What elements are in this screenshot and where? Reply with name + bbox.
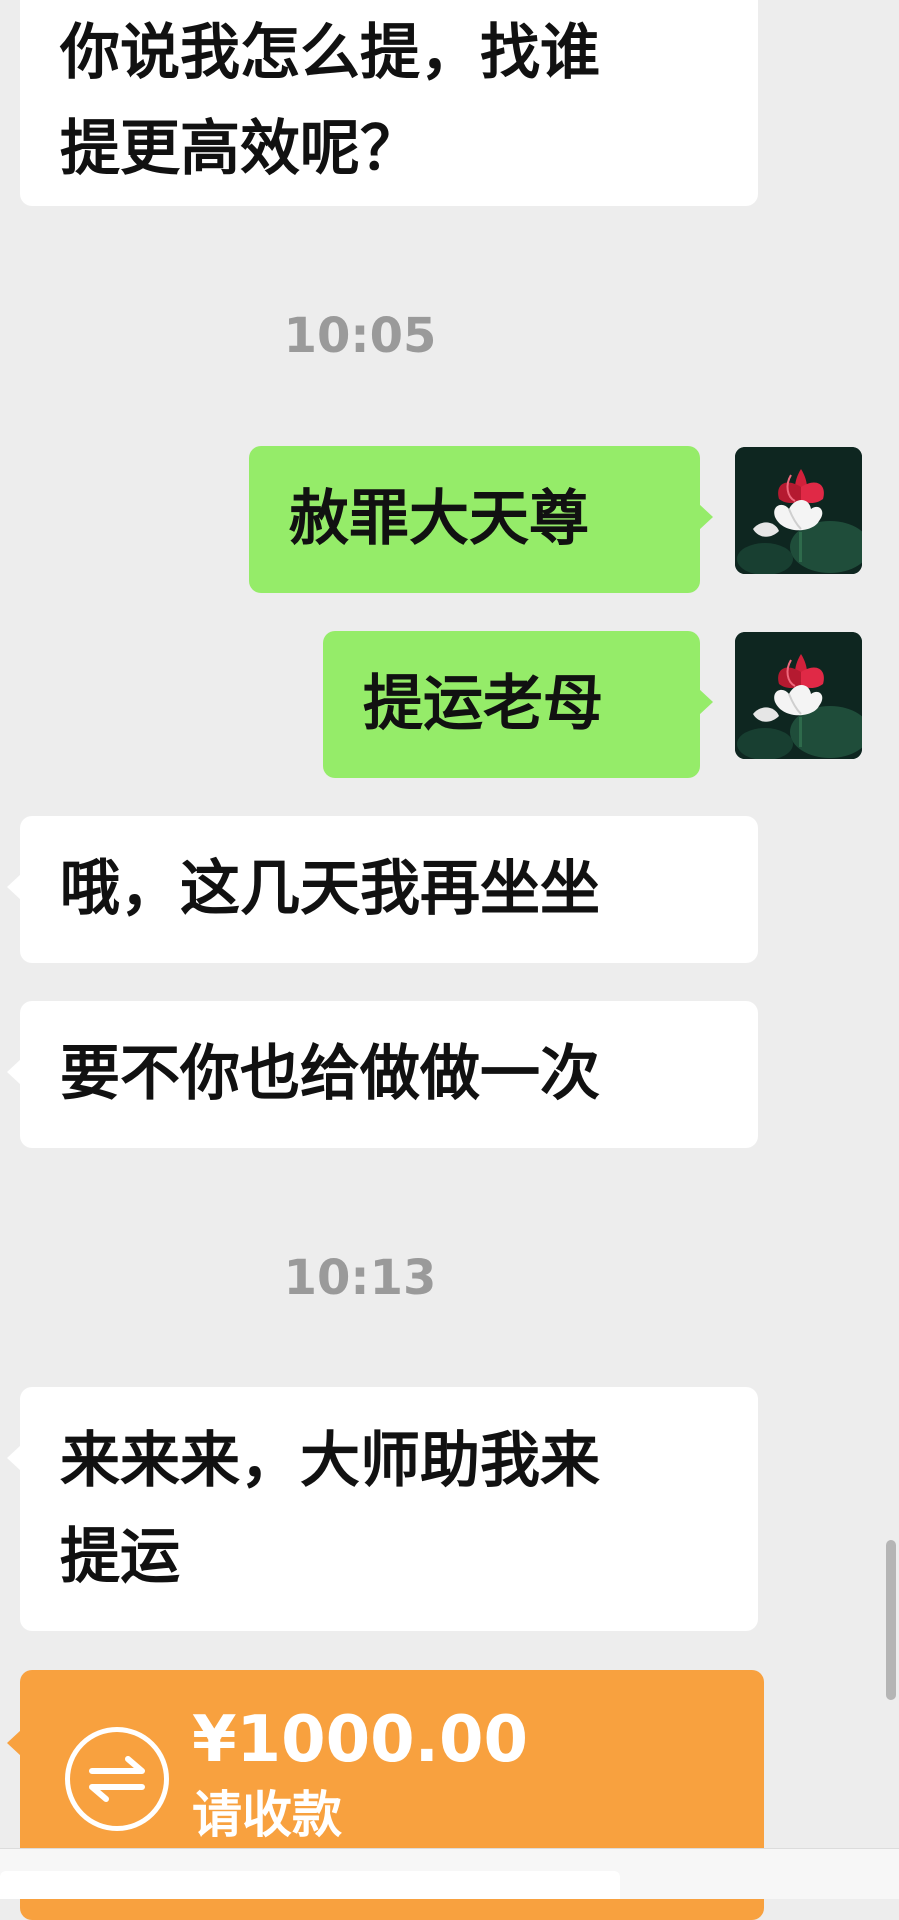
transfer-description: 请收款 — [192, 1786, 342, 1844]
message-text: 提运老母 — [363, 669, 603, 739]
message-input[interactable] — [0, 1871, 620, 1899]
lotus-avatar-icon — [735, 447, 862, 574]
outgoing-message-bubble[interactable]: 赦罪大天尊 — [249, 446, 713, 593]
transfer-arrows-icon — [65, 1727, 169, 1831]
chat-message-list[interactable]: 你说我怎么提，找谁 提更高效呢？ 10:05 赦罪大天尊 提运老母 哦，这几天我… — [0, 0, 899, 1920]
outgoing-message-bubble[interactable]: 提运老母 — [323, 631, 713, 778]
input-toolbar — [0, 1848, 899, 1899]
message-text: 哦，这几天我再坐坐 — [60, 854, 600, 924]
transfer-amount: ¥1000.00 — [192, 1703, 529, 1777]
message-timestamp: 10:13 — [283, 1250, 437, 1306]
message-text: 赦罪大天尊 — [289, 484, 589, 554]
user-avatar[interactable] — [735, 632, 862, 759]
incoming-message-bubble[interactable]: 要不你也给做做一次 — [7, 1001, 758, 1148]
message-text-line: 来来来，大师助我来 — [60, 1426, 600, 1496]
user-avatar[interactable] — [735, 447, 862, 574]
message-text: 要不你也给做做一次 — [60, 1039, 600, 1109]
incoming-message-bubble[interactable]: 你说我怎么提，找谁 提更高效呢？ — [20, 0, 758, 206]
message-text-line: 你说我怎么提，找谁 — [60, 18, 600, 88]
incoming-message-bubble[interactable]: 哦，这几天我再坐坐 — [7, 816, 758, 963]
scrollbar[interactable] — [886, 1540, 896, 1700]
incoming-message-bubble[interactable]: 来来来，大师助我来 提运 — [7, 1387, 758, 1631]
message-text-line: 提运 — [60, 1522, 180, 1592]
message-timestamp: 10:05 — [283, 308, 437, 364]
lotus-avatar-icon — [735, 632, 862, 759]
message-text-line: 提更高效呢？ — [60, 114, 420, 184]
